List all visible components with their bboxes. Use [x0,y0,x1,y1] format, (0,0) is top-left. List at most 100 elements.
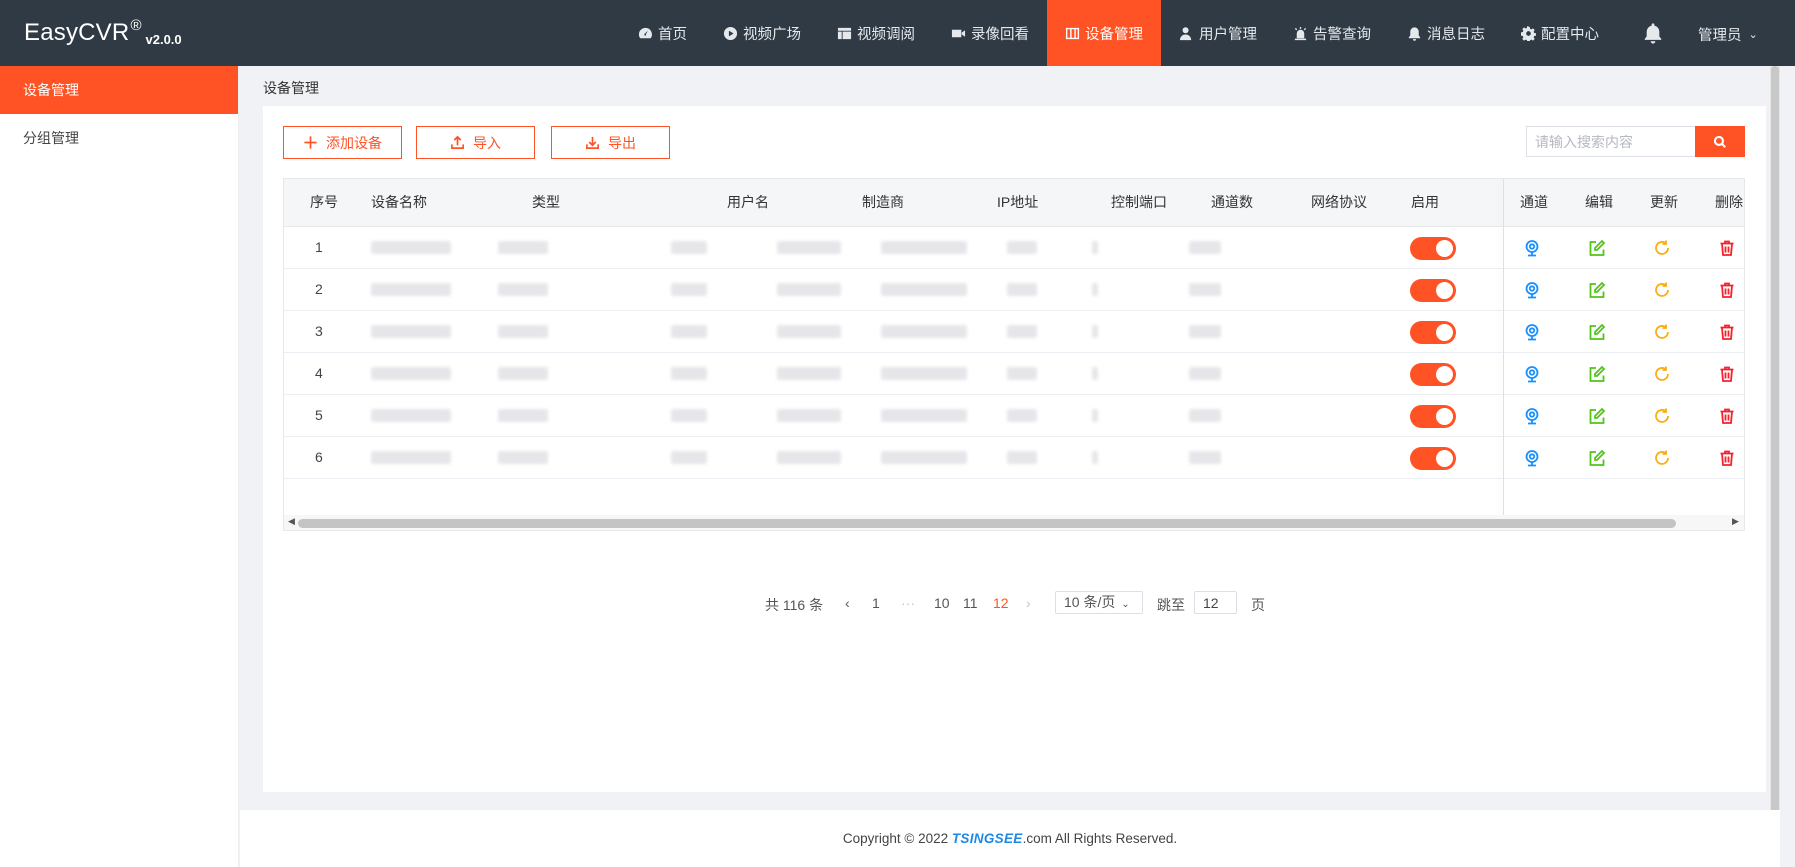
jump-page-input[interactable] [1194,591,1237,614]
edit-button[interactable] [1588,323,1608,343]
prev-page-chevron-icon[interactable]: ‹ [845,595,850,611]
edit-button[interactable] [1588,281,1608,301]
upload-icon [451,135,464,149]
update-button[interactable] [1653,323,1673,343]
user-menu[interactable]: 管理员 ⌄ [1698,24,1758,45]
page-ellipsis[interactable]: ··· [901,595,915,611]
channel-button[interactable] [1523,449,1543,469]
scrollbar-thumb[interactable] [298,519,1676,528]
page-size-select[interactable]: 10 条/页 ⌄ [1055,591,1143,614]
next-page-chevron-icon[interactable]: › [1026,595,1031,611]
channel-button[interactable] [1523,281,1543,301]
nav-item-user-management[interactable]: 用户管理 [1161,0,1275,66]
redacted-cell [498,283,548,296]
import-button[interactable]: 导入 [416,126,535,159]
nav-item-alarm-query[interactable]: 告警查询 [1275,0,1389,66]
brand-logo[interactable]: EasyCVR ® v2.0.0 [0,0,239,66]
column-header-name: 设备名称 [371,194,427,210]
enabled-toggle[interactable] [1410,405,1456,428]
column-header-index: 序号 [310,194,338,210]
row-index: 5 [315,407,323,423]
tsingsee-logo[interactable]: TSINGSEE [952,831,1023,846]
trash-icon [1720,408,1734,424]
row-index: 3 [315,323,323,339]
page-10[interactable]: 10 [934,595,950,611]
add-device-button[interactable]: 添加设备 [283,126,402,159]
search-icon [1713,135,1726,148]
footer: Copyright © 2022 TSINGSEE.com All Rights… [240,810,1780,867]
nav-item-video-view[interactable]: 视频调阅 [819,0,933,66]
notification-bell-button[interactable] [1642,22,1664,44]
redacted-cell [671,241,707,254]
nav-item-label: 配置中心 [1541,26,1599,43]
sidebar-item-group-management[interactable]: 分组管理 [0,114,238,162]
enabled-toggle[interactable] [1410,279,1456,302]
scrollbar-thumb[interactable] [1771,66,1779,814]
redacted-cell [498,367,548,380]
sidebar-item-device-management[interactable]: 设备管理 [0,66,238,114]
edit-icon [1589,407,1606,424]
delete-button[interactable] [1718,281,1738,301]
search-button[interactable] [1695,126,1745,157]
enabled-toggle[interactable] [1410,447,1456,470]
update-button[interactable] [1653,449,1673,469]
toggle-knob [1436,282,1453,299]
channel-button[interactable] [1523,407,1543,427]
column-header-ip: IP地址 [997,194,1039,210]
channel-button[interactable] [1523,323,1543,343]
trash-icon [1720,450,1734,466]
edit-button[interactable] [1588,449,1608,469]
scroll-left-arrow-icon[interactable]: ◀ [288,516,295,527]
download-icon [586,136,599,149]
page-11[interactable]: 11 [963,595,978,611]
nav-item-home[interactable]: 首页 [620,0,705,66]
enabled-toggle[interactable] [1410,321,1456,344]
refresh-icon [1655,366,1669,381]
delete-button[interactable] [1718,449,1738,469]
redacted-cell [671,283,707,296]
chevron-down-icon: ⌄ [1121,599,1130,610]
table-row: 1 [284,227,1744,269]
trash-icon [1720,366,1734,382]
nav-item-config-center[interactable]: 配置中心 [1503,0,1617,66]
nav-item-device-management[interactable]: 设备管理 [1047,0,1161,66]
update-button[interactable] [1653,365,1673,385]
scroll-right-arrow-icon[interactable]: ▶ [1732,516,1739,527]
edit-button[interactable] [1588,239,1608,259]
delete-button[interactable] [1718,323,1738,343]
update-button[interactable] [1653,239,1673,259]
app-version: v2.0.0 [145,31,182,47]
vertical-scrollbar[interactable] [1770,66,1780,816]
horizontal-scrollbar[interactable]: ◀ ▶ [284,515,1744,530]
enabled-toggle[interactable] [1410,363,1456,386]
edit-icon [1589,365,1606,382]
delete-button[interactable] [1718,407,1738,427]
delete-button[interactable] [1718,365,1738,385]
nav-item-message-log[interactable]: 消息日志 [1389,0,1503,66]
update-button[interactable] [1653,407,1673,427]
play-circle-icon [723,26,738,40]
redacted-cell [1092,283,1098,296]
edit-button[interactable] [1588,407,1608,427]
page-1[interactable]: 1 [872,595,880,611]
pagination-total: 共 116 条 [765,597,824,613]
channel-button[interactable] [1523,239,1543,259]
edit-icon [1589,281,1606,298]
columns-icon [1065,27,1080,39]
redacted-cell [1189,451,1221,464]
nav-item-playback[interactable]: 录像回看 [933,0,1047,66]
update-button[interactable] [1653,281,1673,301]
pagination: 共 116 条 ‹ 1 ··· 10 11 12 › 10 条/页 ⌄ 跳至 页 [263,591,1766,615]
enabled-toggle[interactable] [1410,237,1456,260]
edit-button[interactable] [1588,365,1608,385]
delete-button[interactable] [1718,239,1738,259]
search-input[interactable] [1526,126,1695,157]
export-button[interactable]: 导出 [551,126,670,159]
nav-item-label: 录像回看 [971,26,1029,43]
nav-item-video-square[interactable]: 视频广场 [705,0,819,66]
redacted-cell [371,367,451,380]
channel-button[interactable] [1523,365,1543,385]
page-12-current[interactable]: 12 [993,595,1009,611]
redacted-cell [371,325,451,338]
row-index: 1 [315,239,323,255]
